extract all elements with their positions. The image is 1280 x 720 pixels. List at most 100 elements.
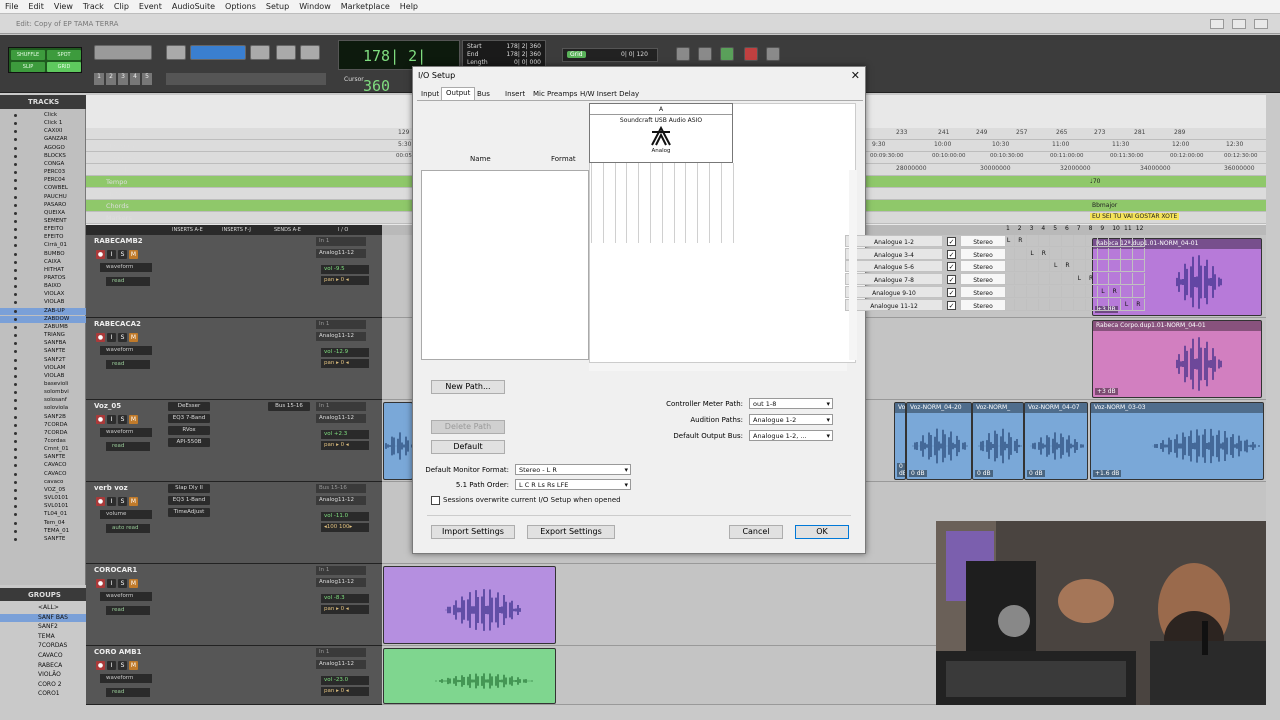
path-name[interactable]: Analogue 9-10	[845, 285, 943, 298]
track-list-item[interactable]: BLOCKS	[0, 153, 86, 160]
zoom-preset-4[interactable]: 4	[130, 73, 140, 85]
output-path-row[interactable]: Analogue 9-10 ✓ Stereo	[845, 285, 1006, 299]
insert-slot[interactable]: API-550B	[168, 438, 210, 447]
channel-assign-cell[interactable]	[1073, 235, 1086, 247]
close-window-button[interactable]	[1254, 19, 1268, 29]
channel-assign-cell[interactable]	[1062, 235, 1074, 247]
rewind-icon[interactable]	[676, 47, 690, 61]
path-order-select[interactable]: L C R Ls Rs LFE	[515, 479, 631, 490]
channel-assign-cell[interactable]	[1121, 235, 1133, 247]
solo-button[interactable]: S	[118, 333, 127, 342]
tracks-list-title[interactable]: TRACKS	[0, 95, 86, 109]
channel-assign-cell[interactable]	[1062, 285, 1074, 298]
channel-assign-cell[interactable]	[1026, 273, 1039, 286]
track-list-item[interactable]: TEMA_01	[0, 528, 86, 535]
channel-assign-cell[interactable]	[1038, 260, 1051, 273]
track-list-item[interactable]: PERC03	[0, 169, 86, 176]
input-monitor-button[interactable]: I	[107, 497, 116, 506]
start-value[interactable]: 178| 2| 360	[506, 43, 541, 50]
path-active-checkbox[interactable]: ✓	[947, 300, 956, 310]
channel-assign-cell[interactable]	[1003, 260, 1015, 273]
channel-assign-cell[interactable]: R	[1014, 235, 1027, 247]
path-active-checkbox[interactable]: ✓	[947, 237, 956, 246]
minimize-button[interactable]	[1210, 19, 1224, 29]
length-value[interactable]: 0| 0| 000	[514, 59, 541, 66]
channel-assign-cell[interactable]: L	[1097, 285, 1110, 298]
record-icon[interactable]	[744, 47, 758, 61]
volume-value[interactable]: vol +2.3	[321, 430, 369, 439]
channel-assign-cell[interactable]	[1132, 235, 1145, 247]
track-name[interactable]: CORO AMB1	[94, 648, 158, 657]
new-path-button[interactable]: New Path...	[431, 380, 505, 394]
track-strip[interactable]: COROCAR1 ● I S Mwaveform read In 1 Analog11-12 v…	[86, 564, 382, 646]
insert-slot[interactable]: EQ3 1-Band	[168, 496, 210, 505]
channel-assign-cell[interactable]	[1097, 247, 1110, 260]
solo-button[interactable]: S	[118, 250, 127, 259]
track-list-item[interactable]: VIOLAX	[0, 291, 86, 298]
path-format[interactable]: Stereo	[960, 285, 1006, 298]
track-strip[interactable]: RABECAMB2 ● I S Mwaveform read In 1 Analog11-12…	[86, 235, 382, 318]
automation-mode-select[interactable]: read	[106, 360, 150, 369]
controller-meter-select[interactable]: out 1-8	[749, 398, 833, 409]
record-enable-button[interactable]: ●	[96, 579, 105, 588]
menu-file[interactable]: File	[0, 2, 23, 11]
grid-value-box[interactable]: Grid 0| 0| 120	[562, 48, 658, 62]
channel-assign-cell[interactable]: L	[1121, 298, 1133, 311]
grid-mode-button[interactable]: GRID	[47, 62, 81, 72]
track-list-item[interactable]: TRIANG	[0, 332, 86, 339]
audio-clip[interactable]	[383, 566, 556, 644]
output-path-select[interactable]: Analog11-12	[316, 496, 366, 505]
menu-track[interactable]: Track	[78, 2, 109, 11]
zoom-controls[interactable]	[94, 45, 152, 60]
track-list-item[interactable]: CAVACO	[0, 471, 86, 478]
mute-button[interactable]: M	[129, 661, 138, 670]
output-path-select[interactable]: Analog11-12	[316, 660, 366, 669]
track-list-item[interactable]: PRATOS	[0, 275, 86, 282]
track-list-item[interactable]: SANF2B	[0, 414, 86, 421]
track-list-item[interactable]: SANFTE	[0, 536, 86, 543]
solo-button[interactable]: S	[118, 415, 127, 424]
channel-assign-cell[interactable]	[1014, 247, 1027, 260]
track-list-item[interactable]: SVL0101	[0, 503, 86, 510]
channel-assign-cell[interactable]	[1121, 247, 1133, 260]
input-path-select[interactable]: In 1	[316, 648, 366, 657]
channel-assign-cell[interactable]	[1085, 285, 1098, 298]
tempo-marker[interactable]: ♩70	[1090, 178, 1100, 185]
solo-button[interactable]: S	[118, 661, 127, 670]
channel-assign-cell[interactable]	[1097, 260, 1110, 273]
edit-tool-options[interactable]	[166, 73, 326, 85]
channel-assign-cell[interactable]	[1073, 247, 1086, 260]
group-list-item[interactable]: TEMA	[0, 633, 86, 641]
track-list-item[interactable]: 7CORDA	[0, 430, 86, 437]
channel-assign-cell[interactable]: R	[1085, 273, 1098, 286]
monitor-format-select[interactable]: Stereo - L R	[515, 464, 631, 475]
volume-value[interactable]: vol -8.3	[321, 594, 369, 603]
group-list-item[interactable]: SANF2	[0, 623, 86, 631]
input-monitor-button[interactable]: I	[107, 661, 116, 670]
group-list-item[interactable]: RABECA	[0, 662, 86, 670]
channel-assign-cell[interactable]	[1109, 260, 1122, 273]
menu-help[interactable]: Help	[395, 2, 423, 11]
channel-assign-cell[interactable]	[1121, 273, 1133, 286]
audio-clip[interactable]: Rabeca Corpo.dup1.01-NORM_04-01 +3 dB	[1092, 320, 1262, 398]
channel-assign-cell[interactable]	[1050, 235, 1063, 247]
dialog-close-icon[interactable]: ✕	[851, 69, 860, 82]
track-list-item[interactable]: solosanf	[0, 397, 86, 404]
track-list-item[interactable]: CAXIXI	[0, 128, 86, 135]
shuffle-mode-button[interactable]: SHUFFLE	[11, 50, 45, 60]
input-monitor-button[interactable]: I	[107, 333, 116, 342]
input-path-select[interactable]: In 1	[316, 566, 366, 575]
path-name[interactable]: Analogue 5-6	[845, 260, 943, 273]
channel-assign-cell[interactable]	[1050, 298, 1063, 311]
automation-mode-select[interactable]: read	[106, 277, 150, 286]
automation-mode-select[interactable]: read	[106, 606, 150, 615]
channel-assign-cell[interactable]	[1132, 273, 1145, 286]
track-list-item[interactable]: VIOLAM	[0, 365, 86, 372]
track-list-item[interactable]: PAUCHU	[0, 194, 86, 201]
track-view-select[interactable]: waveform	[100, 346, 152, 355]
sessions-overwrite-checkbox[interactable]	[431, 496, 440, 505]
output-path-row[interactable]: Analogue 3-4 ✓ Stereo	[845, 247, 1006, 261]
track-list-item[interactable]: Cmnt_01	[0, 446, 86, 453]
channel-assign-cell[interactable]	[1073, 260, 1086, 273]
input-path-select[interactable]: In 1	[316, 402, 366, 411]
